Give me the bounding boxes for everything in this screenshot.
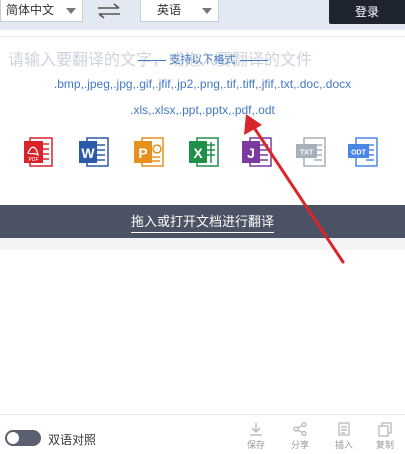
file-drop-zone[interactable]: 请输入要翻译的文字，或拖入要翻译的文件 支持以下格式 .bmp,.jpeg,.j…	[0, 36, 405, 239]
bilingual-toggle[interactable]	[5, 430, 41, 446]
insert-label: 插入	[334, 440, 353, 450]
onenote-file-icon: J	[242, 137, 272, 167]
excel-file-icon: X	[189, 137, 219, 167]
source-language-select[interactable]: 简体中文	[0, 0, 83, 22]
divider	[239, 59, 268, 61]
copy-label: 复制	[375, 440, 394, 450]
swap-languages-button[interactable]	[95, 1, 123, 21]
login-button[interactable]: 登录	[329, 0, 405, 24]
divider	[137, 59, 166, 61]
top-toolbar: 简体中文 英语 登录	[0, 0, 405, 30]
save-button[interactable]: 保存	[243, 421, 269, 451]
download-icon	[250, 423, 262, 436]
onenote-icon-label: J	[247, 145, 255, 161]
divider	[0, 238, 405, 250]
file-type-icons: PDF W P X J TXT ODT	[22, 135, 392, 171]
supported-formats-label: 支持以下格式	[169, 54, 236, 66]
odt-icon-label: ODT	[351, 150, 367, 157]
bilingual-label: 双语对照	[48, 433, 97, 447]
insert-button[interactable]: 插入	[331, 421, 357, 451]
pdf-file-icon: PDF	[24, 137, 53, 167]
supported-formats-title: 支持以下格式	[0, 51, 405, 67]
share-label: 分享	[290, 440, 309, 450]
odt-file-icon: ODT	[348, 137, 378, 167]
target-language-value: 英语	[157, 3, 182, 17]
excel-icon-label: X	[193, 145, 203, 161]
txt-file-icon: TXT	[296, 137, 326, 167]
insert-icon	[338, 422, 350, 436]
powerpoint-icon-label: P	[138, 145, 147, 161]
target-language-select[interactable]: 英语	[140, 0, 219, 22]
share-button[interactable]: 分享	[287, 421, 313, 451]
supported-formats-list: .xls,.xlsx,.ppt,.pptx,.pdf,.odt	[130, 103, 275, 117]
copy-icon	[378, 422, 392, 437]
txt-icon-label: TXT	[300, 150, 314, 157]
bottom-toolbar: 双语对照 保存 分享 插入 复制	[0, 414, 405, 454]
chevron-down-icon	[66, 8, 76, 14]
open-document-button[interactable]: 拖入或打开文档进行翻译	[0, 205, 405, 239]
word-file-icon: W	[79, 137, 109, 167]
pdf-icon-label: PDF	[29, 157, 39, 163]
word-icon-label: W	[81, 145, 95, 161]
save-label: 保存	[246, 440, 265, 450]
source-language-value: 简体中文	[6, 3, 55, 17]
copy-button[interactable]: 复制	[372, 421, 398, 451]
open-document-label: 拖入或打开文档进行翻译	[130, 213, 274, 233]
chevron-down-icon	[202, 8, 212, 14]
share-icon	[293, 421, 307, 437]
swap-icon	[98, 3, 120, 19]
powerpoint-file-icon: P	[134, 137, 164, 167]
translation-output-area[interactable]	[0, 250, 405, 414]
toggle-knob	[7, 432, 19, 444]
supported-formats-list: .bmp,.jpeg,.jpg,.gif,.jfif,.jp2,.png,.ti…	[53, 77, 352, 91]
